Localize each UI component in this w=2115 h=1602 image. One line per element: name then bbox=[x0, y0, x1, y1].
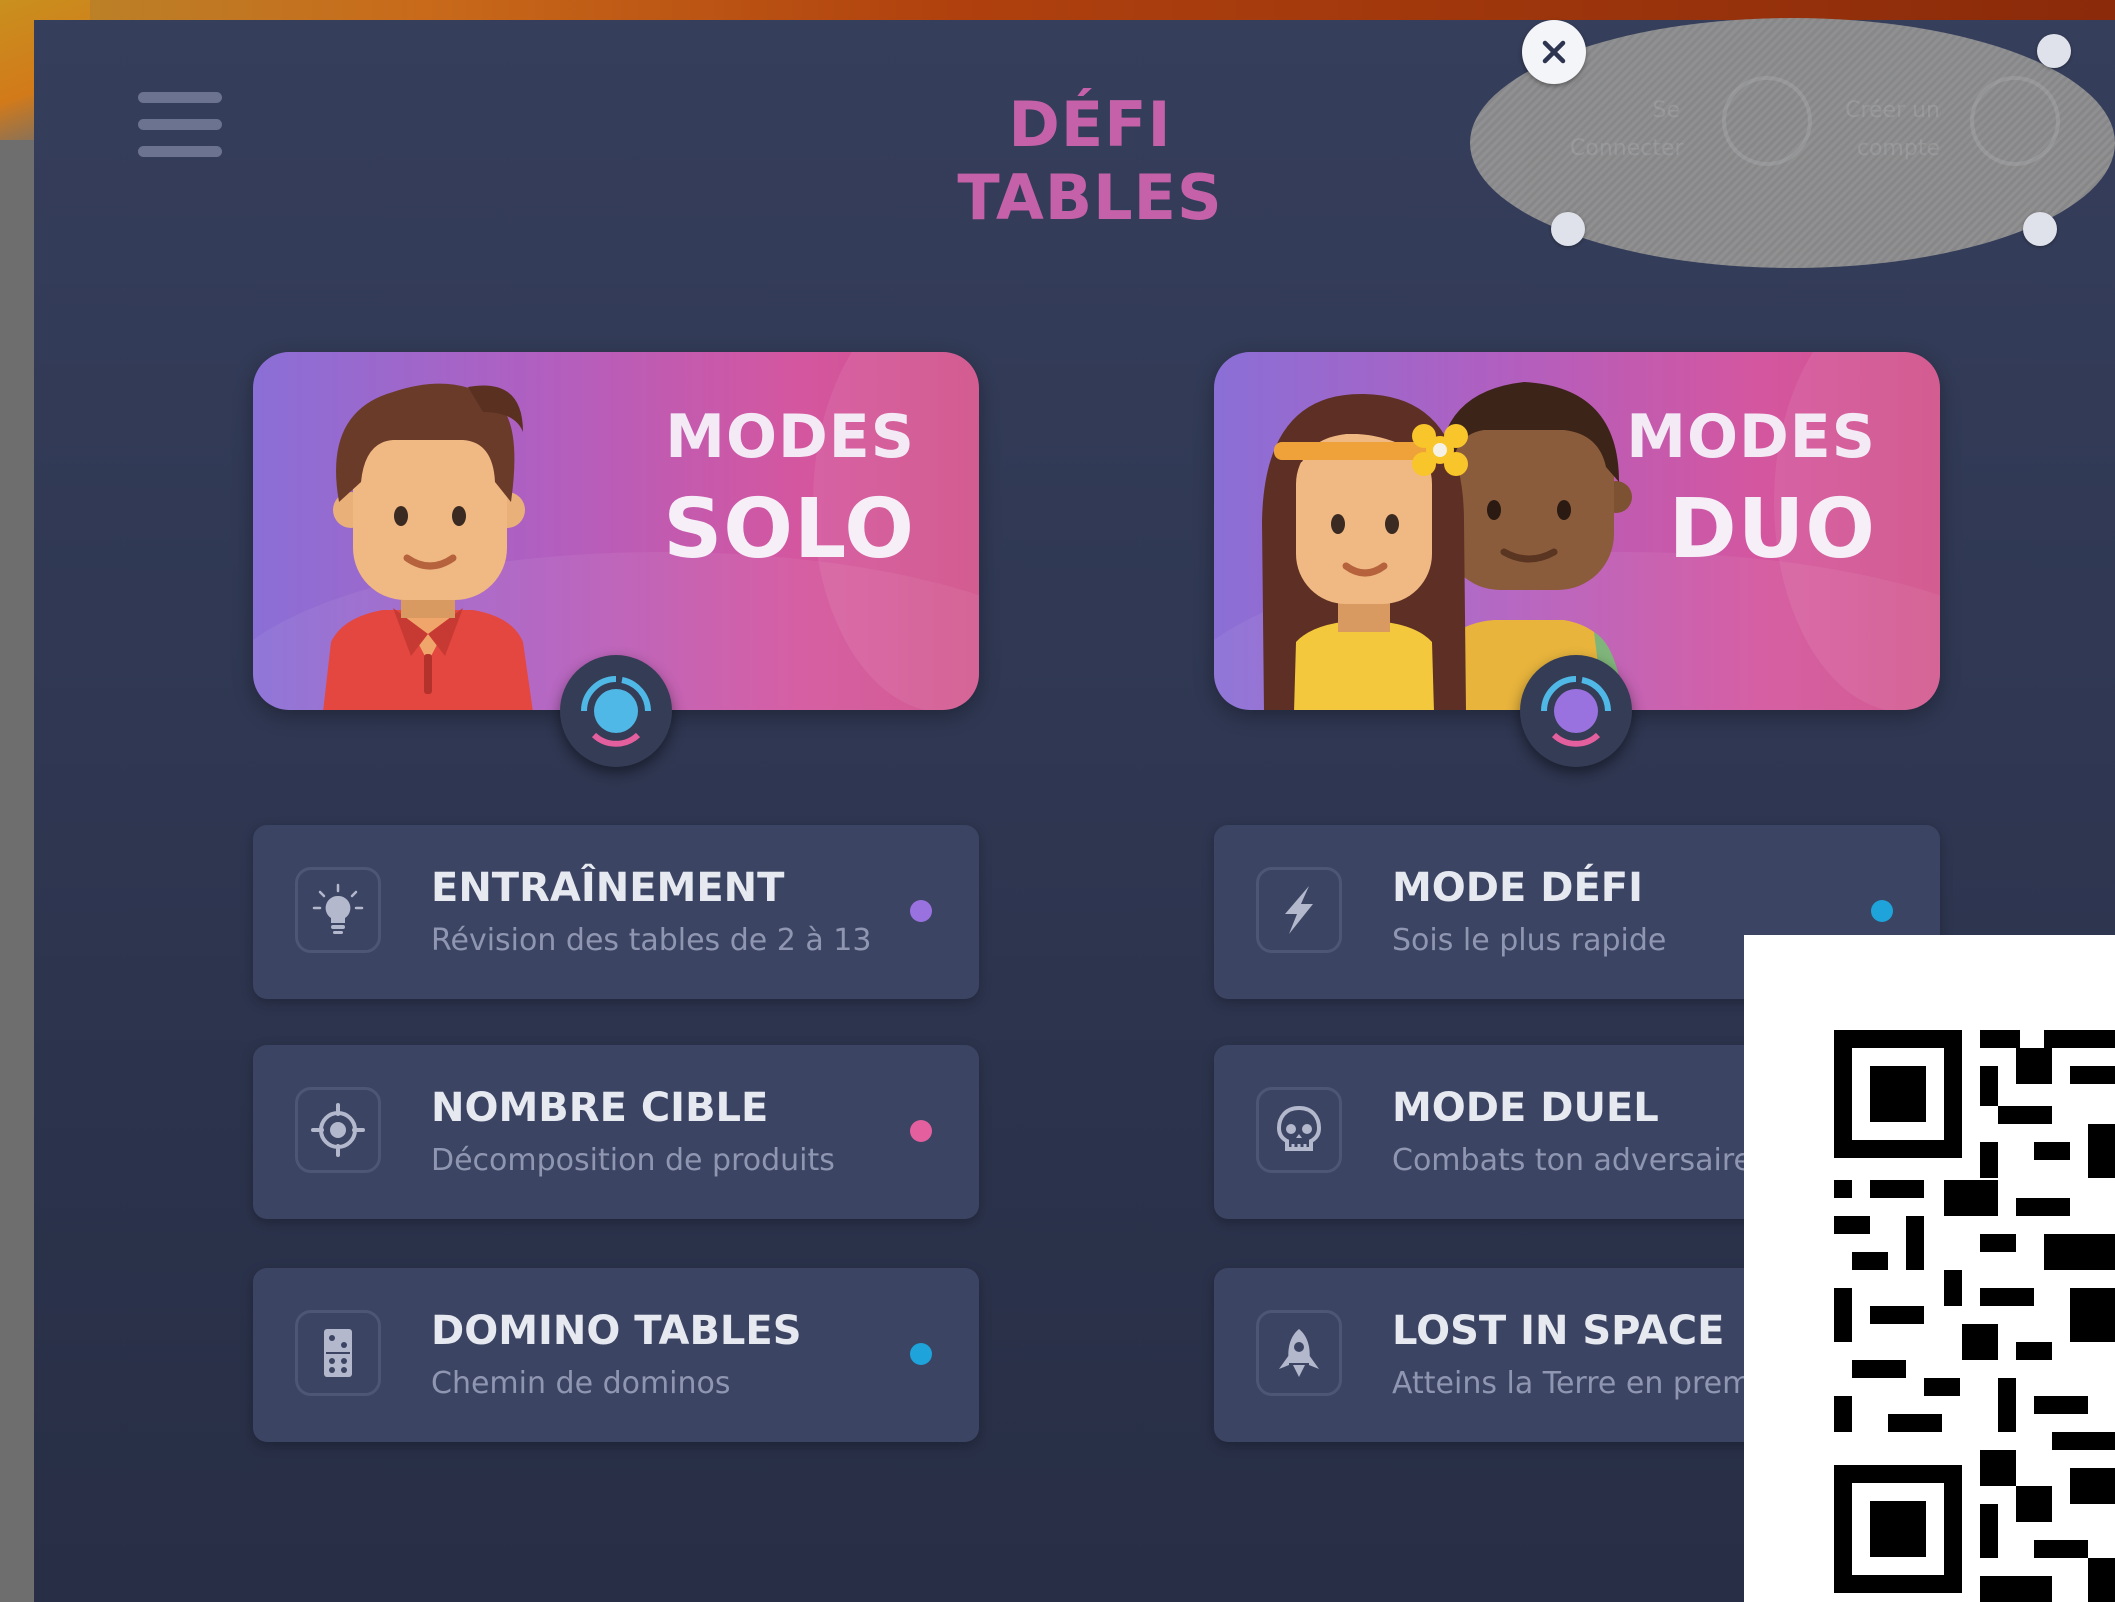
menu-item-domino-tables[interactable]: DOMINO TABLES Chemin de dominos bbox=[253, 1268, 979, 1442]
qr-code-image bbox=[1834, 1030, 2115, 1602]
menu-item-nombre-cible[interactable]: NOMBRE CIBLE Décomposition de produits bbox=[253, 1045, 979, 1219]
duo-knob[interactable] bbox=[1520, 655, 1632, 767]
signup-label-1: Créer un bbox=[1845, 98, 1940, 123]
modes-solo-label-2: SOLO bbox=[663, 482, 915, 577]
login-button[interactable]: Se Connecter bbox=[1570, 92, 1684, 168]
item-subtitle: Sois le plus rapide bbox=[1392, 923, 1667, 958]
boy-avatar-illustration bbox=[323, 383, 533, 710]
status-dot bbox=[910, 1343, 932, 1365]
solo-knob[interactable] bbox=[560, 655, 672, 767]
status-dot bbox=[910, 1120, 932, 1142]
qr-code bbox=[1744, 935, 2115, 1602]
signup-button[interactable]: Créer un compte bbox=[1830, 92, 1940, 168]
modes-duo-label-1: MODES bbox=[1626, 402, 1876, 472]
lightbulb-icon bbox=[295, 867, 381, 953]
resize-handle-bottom-left[interactable] bbox=[1551, 212, 1585, 246]
item-title: DOMINO TABLES bbox=[431, 1308, 802, 1354]
item-subtitle: Révision des tables de 2 à 13 bbox=[431, 923, 872, 958]
close-icon bbox=[1542, 40, 1566, 64]
hamburger-menu-button[interactable] bbox=[138, 92, 222, 158]
item-title: MODE DUEL bbox=[1392, 1085, 1659, 1131]
item-subtitle: Décomposition de produits bbox=[431, 1143, 835, 1178]
menu-item-entrainement[interactable]: ENTRAÎNEMENT Révision des tables de 2 à … bbox=[253, 825, 979, 999]
item-subtitle: Chemin de dominos bbox=[431, 1366, 731, 1401]
domino-icon bbox=[295, 1310, 381, 1396]
item-title: NOMBRE CIBLE bbox=[431, 1085, 769, 1131]
solo-ring-icon bbox=[581, 676, 651, 747]
item-subtitle: Atteins la Terre en premi bbox=[1392, 1366, 1760, 1401]
close-overlay-button[interactable] bbox=[1522, 20, 1586, 84]
skull-icon bbox=[1256, 1087, 1342, 1173]
item-subtitle: Combats ton adversaire bbox=[1392, 1143, 1752, 1178]
login-label-1: Se bbox=[1652, 98, 1681, 123]
status-dot bbox=[1871, 900, 1893, 922]
resize-handle-bottom-right[interactable] bbox=[2023, 212, 2057, 246]
rocket-icon bbox=[1256, 1310, 1342, 1396]
item-title: ENTRAÎNEMENT bbox=[431, 865, 785, 911]
duo-ring-icon bbox=[1541, 676, 1611, 747]
app-title: DÉFI TABLES bbox=[957, 88, 1223, 234]
modes-solo-label-1: MODES bbox=[665, 402, 915, 472]
target-icon bbox=[295, 1087, 381, 1173]
lightning-icon bbox=[1256, 867, 1342, 953]
signup-label-2: compte bbox=[1856, 136, 1940, 161]
modes-duo-label-2: DUO bbox=[1668, 482, 1876, 577]
login-label-2: Connecter bbox=[1570, 136, 1684, 161]
status-dot bbox=[910, 900, 932, 922]
resize-handle-top-right[interactable] bbox=[2037, 34, 2071, 68]
item-title: LOST IN SPACE bbox=[1392, 1308, 1725, 1354]
item-title: MODE DÉFI bbox=[1392, 865, 1643, 911]
